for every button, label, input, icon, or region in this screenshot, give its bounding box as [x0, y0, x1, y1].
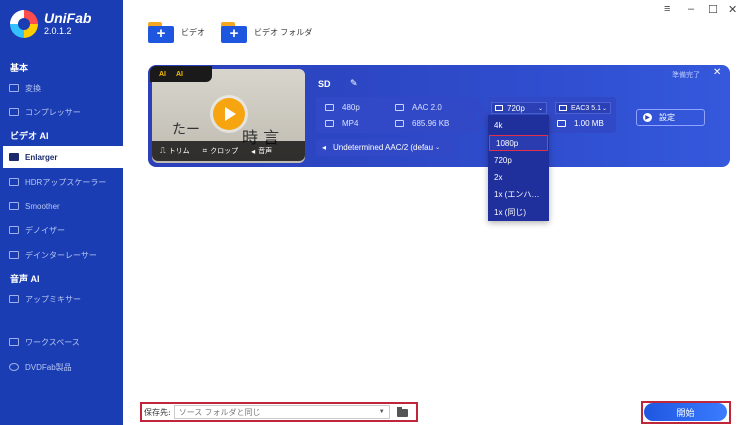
minimize-icon[interactable]: – — [688, 3, 694, 15]
option-1x-same[interactable]: 1x (同じ) — [488, 204, 549, 221]
app-version: 2.0.1.2 — [44, 26, 72, 36]
option-2x[interactable]: 2x — [488, 169, 549, 186]
section-video-ai: ビデオ AI — [10, 131, 49, 141]
section-basic: 基本 — [10, 63, 29, 73]
convert-icon — [9, 84, 19, 92]
sidebar-item-compressor[interactable]: コンプレッサー — [0, 101, 123, 123]
file-icon — [557, 120, 566, 127]
option-4k[interactable]: 4k — [488, 117, 549, 134]
trim-icon: ⎍ — [160, 146, 166, 155]
resolution-select[interactable]: 720p ⌄ — [491, 102, 547, 114]
maximize-icon[interactable]: ☐ — [708, 3, 718, 16]
add-folder-button[interactable]: + ビデオ フォルダ — [221, 22, 312, 43]
sidebar-item-convert[interactable]: 変換 — [0, 77, 123, 99]
settings-button[interactable]: ▶ 設定 — [636, 109, 705, 126]
add-folder-icon: + — [221, 22, 247, 43]
source-format: MP4 — [325, 119, 358, 128]
chevron-down-icon: ⌄ — [601, 105, 607, 112]
save-path-select[interactable]: ソース フォルダと同じ ▼ — [173, 405, 390, 419]
add-video-button[interactable]: + ビデオ — [148, 22, 205, 43]
speaker-icon: ◂ — [251, 146, 256, 156]
option-1x-enhance[interactable]: 1x (エンハ… — [488, 186, 549, 203]
crop-button[interactable]: ⌗ クロップ — [203, 146, 239, 156]
start-button[interactable]: 開始 — [644, 403, 727, 421]
sidebar-item-upmix[interactable]: アップミキサー — [0, 288, 123, 310]
sidebar-item-deinterlace[interactable]: デインターレーサー — [0, 244, 123, 266]
trim-button[interactable]: ⎍ トリム — [160, 146, 190, 156]
compressor-icon — [9, 108, 19, 116]
settings-icon: ▶ — [643, 113, 652, 122]
monitor-icon — [325, 104, 334, 111]
file-icon — [395, 120, 404, 127]
save-label: 保存先: — [144, 407, 171, 417]
source-audio: AAC 2.0 — [395, 103, 442, 112]
unifab-logo-icon — [10, 10, 38, 38]
task-title: SD — [318, 79, 331, 89]
speaker-icon: ◂ — [322, 143, 327, 152]
section-audio-ai: 音声 AI — [10, 274, 40, 284]
chevron-down-icon: ⌄ — [537, 105, 543, 112]
save-location-bar: 保存先: ソース フォルダと同じ ▼ — [140, 402, 418, 422]
video-ai-badge: AI — [159, 70, 166, 78]
dvdfab-icon — [9, 363, 19, 371]
hdr-icon — [9, 178, 19, 186]
workspace-icon — [9, 338, 19, 346]
chevron-down-icon: ⌄ — [435, 145, 441, 151]
monitor-icon — [495, 105, 503, 111]
sidebar-item-denoise[interactable]: デノイザー — [0, 219, 123, 241]
source-size: 685.96 KB — [395, 119, 449, 128]
close-window-icon[interactable]: ✕ — [728, 3, 737, 16]
audio-track-select[interactable]: ◂ Undetermined AAC/2 (defau ⌄ — [316, 139, 454, 156]
remove-task-icon[interactable]: ✕ — [713, 67, 721, 78]
play-icon[interactable] — [213, 98, 245, 130]
logo: UniFab 2.0.1.2 — [10, 10, 91, 38]
app-window: UniFab 2.0.1.2 基本 変換 コンプレッサー ビデオ AI Enla… — [0, 0, 740, 425]
add-video-icon: + — [148, 22, 174, 43]
sidebar-item-smoother[interactable]: Smoother — [0, 195, 123, 217]
app-name: UniFab — [44, 10, 92, 26]
option-1080p[interactable]: 1080p — [489, 135, 548, 151]
option-720p[interactable]: 720p — [488, 152, 549, 169]
deinterlace-icon — [9, 251, 19, 259]
smoother-icon — [9, 202, 19, 210]
crop-icon: ⌗ — [202, 146, 208, 155]
upmix-icon — [9, 295, 19, 303]
audio-icon — [395, 104, 404, 111]
audio-codec-select[interactable]: EAC3 5.1 ⌄ — [555, 102, 611, 114]
sidebar-item-enlarger[interactable]: Enlarger — [0, 146, 123, 168]
ai-badge: AI AI — [150, 66, 212, 82]
output-size: 1.00 MB — [557, 119, 604, 128]
thumbnail-toolbar: ⎍ トリム ⌗ クロップ ◂ 音声 — [152, 141, 305, 161]
audio-button[interactable]: ◂ 音声 — [251, 146, 272, 156]
film-icon — [325, 120, 334, 127]
source-resolution: 480p — [325, 103, 360, 112]
menu-icon[interactable]: ≡ — [664, 3, 670, 15]
audio-icon — [559, 105, 567, 111]
sidebar-item-hdr[interactable]: HDRアップスケーラー — [0, 171, 123, 193]
sidebar-item-workspace[interactable]: ワークスペース — [0, 331, 123, 353]
browse-folder-icon[interactable] — [396, 405, 410, 419]
chevron-down-icon: ▼ — [378, 409, 385, 415]
denoise-icon — [9, 226, 19, 234]
edit-title-icon[interactable]: ✎ — [350, 78, 358, 89]
status-text: 準備完了 — [672, 72, 700, 79]
audio-ai-badge: AI — [176, 70, 183, 78]
sidebar-item-dvdfab[interactable]: DVDFab製品 — [0, 356, 123, 378]
enlarger-icon — [9, 153, 19, 161]
sidebar: UniFab 2.0.1.2 基本 変換 コンプレッサー ビデオ AI Enla… — [0, 0, 123, 425]
